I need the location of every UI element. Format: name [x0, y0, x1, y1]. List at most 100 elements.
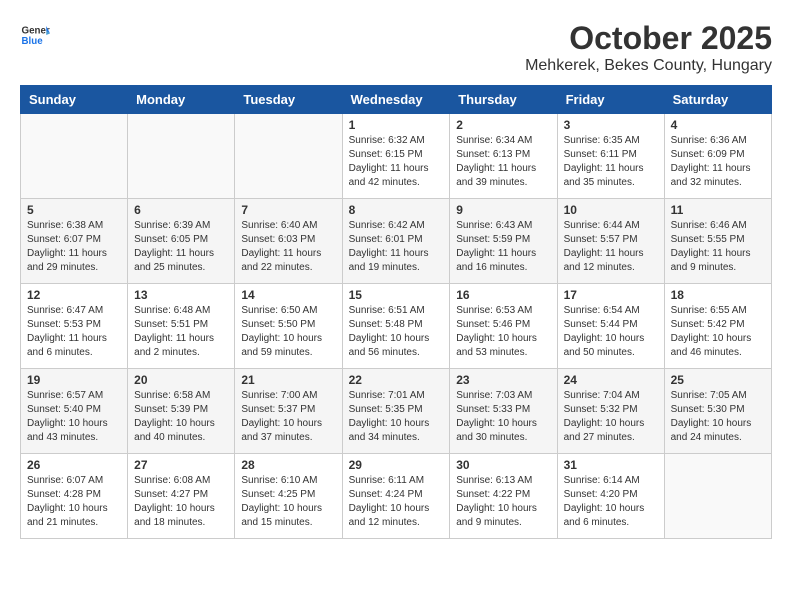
calendar-cell: 6Sunrise: 6:39 AM Sunset: 6:05 PM Daylig… [128, 199, 235, 284]
calendar-cell: 16 Sunrise: 6:53 AM Sunset: 5:46 PM Dayli… [450, 284, 557, 369]
calendar-cell: 30 Sunrise: 6:13 AM Sunset: 4:22 PM Dayli… [450, 454, 557, 539]
weekday-header-thursday: Thursday [450, 86, 557, 114]
day-number: 24 [564, 373, 658, 387]
calendar-cell: 21Sunrise: 7:00 AM Sunset: 5:37 PM Dayli… [235, 369, 342, 454]
day-number: 3 [564, 118, 658, 132]
weekday-header-tuesday: Tuesday [235, 86, 342, 114]
calendar-cell: 20 Sunrise: 6:58 AM Sunset: 5:39 PM Dayli… [128, 369, 235, 454]
calendar-cell: 31 Sunrise: 6:14 AM Sunset: 4:20 PM Dayli… [557, 454, 664, 539]
calendar-cell: 26Sunrise: 6:07 AM Sunset: 4:28 PM Dayli… [21, 454, 128, 539]
day-info: Sunrise: 7:04 AM Sunset: 5:32 PM Dayligh… [564, 389, 658, 445]
week-row-2: 5 Sunrise: 6:38 AM Sunset: 6:07 PM Daylig… [21, 199, 772, 284]
week-row-3: 12Sunrise: 6:47 AM Sunset: 5:53 PM Dayli… [21, 284, 772, 369]
location-title: Mehkerek, Bekes County, Hungary [525, 57, 772, 75]
day-number: 23 [456, 373, 550, 387]
calendar-cell: 7Sunrise: 6:40 AM Sunset: 6:03 PM Daylig… [235, 199, 342, 284]
day-number: 2 [456, 118, 550, 132]
calendar-cell: 19Sunrise: 6:57 AM Sunset: 5:40 PM Dayli… [21, 369, 128, 454]
day-number: 1 [349, 118, 444, 132]
calendar-cell: 1 Sunrise: 6:32 AM Sunset: 6:15 PM Daylig… [342, 114, 450, 199]
title-section: October 2025 Mehkerek, Bekes County, Hun… [525, 20, 772, 75]
calendar-cell: 24 Sunrise: 7:04 AM Sunset: 5:32 PM Dayli… [557, 369, 664, 454]
calendar-cell: 11 Sunrise: 6:46 AM Sunset: 5:55 PM Dayli… [664, 199, 771, 284]
calendar-cell: 23 Sunrise: 7:03 AM Sunset: 5:33 PM Dayli… [450, 369, 557, 454]
month-title: October 2025 [525, 20, 772, 57]
day-info: Sunrise: 6:44 AM Sunset: 5:57 PM Dayligh… [564, 219, 658, 275]
day-info: Sunrise: 6:35 AM Sunset: 6:11 PM Dayligh… [564, 134, 658, 190]
day-info: Sunrise: 7:00 AM Sunset: 5:37 PM Dayligh… [241, 389, 335, 445]
day-number: 11 [671, 203, 765, 217]
day-number: 5 [27, 203, 121, 217]
day-number: 17 [564, 288, 658, 302]
day-info: Sunrise: 6:40 AM Sunset: 6:03 PM Dayligh… [241, 219, 335, 275]
page-header: General Blue October 2025 Mehkerek, Beke… [20, 20, 772, 75]
day-info: Sunrise: 7:05 AM Sunset: 5:30 PM Dayligh… [671, 389, 765, 445]
weekday-header-sunday: Sunday [21, 86, 128, 114]
day-info: Sunrise: 6:32 AM Sunset: 6:15 PM Dayligh… [349, 134, 444, 190]
day-number: 13 [134, 288, 228, 302]
day-info: Sunrise: 6:34 AM Sunset: 6:13 PM Dayligh… [456, 134, 550, 190]
logo: General Blue [20, 20, 50, 50]
day-info: Sunrise: 6:53 AM Sunset: 5:46 PM Dayligh… [456, 304, 550, 360]
day-info: Sunrise: 6:50 AM Sunset: 5:50 PM Dayligh… [241, 304, 335, 360]
weekday-header-monday: Monday [128, 86, 235, 114]
day-info: Sunrise: 6:38 AM Sunset: 6:07 PM Dayligh… [27, 219, 121, 275]
day-number: 15 [349, 288, 444, 302]
day-info: Sunrise: 6:13 AM Sunset: 4:22 PM Dayligh… [456, 474, 550, 530]
calendar-cell [664, 454, 771, 539]
calendar-cell: 2 Sunrise: 6:34 AM Sunset: 6:13 PM Daylig… [450, 114, 557, 199]
day-number: 19 [27, 373, 121, 387]
day-number: 20 [134, 373, 228, 387]
day-info: Sunrise: 6:55 AM Sunset: 5:42 PM Dayligh… [671, 304, 765, 360]
day-info: Sunrise: 7:01 AM Sunset: 5:35 PM Dayligh… [349, 389, 444, 445]
calendar-cell [235, 114, 342, 199]
day-info: Sunrise: 6:39 AM Sunset: 6:05 PM Dayligh… [134, 219, 228, 275]
calendar-cell: 22Sunrise: 7:01 AM Sunset: 5:35 PM Dayli… [342, 369, 450, 454]
day-info: Sunrise: 6:58 AM Sunset: 5:39 PM Dayligh… [134, 389, 228, 445]
svg-text:Blue: Blue [22, 36, 44, 47]
calendar-cell: 29Sunrise: 6:11 AM Sunset: 4:24 PM Dayli… [342, 454, 450, 539]
day-info: Sunrise: 6:51 AM Sunset: 5:48 PM Dayligh… [349, 304, 444, 360]
day-number: 27 [134, 458, 228, 472]
week-row-5: 26Sunrise: 6:07 AM Sunset: 4:28 PM Dayli… [21, 454, 772, 539]
day-info: Sunrise: 6:42 AM Sunset: 6:01 PM Dayligh… [349, 219, 444, 275]
calendar-cell: 28 Sunrise: 6:10 AM Sunset: 4:25 PM Dayli… [235, 454, 342, 539]
calendar-cell: 13 Sunrise: 6:48 AM Sunset: 5:51 PM Dayli… [128, 284, 235, 369]
day-number: 31 [564, 458, 658, 472]
logo-icon: General Blue [20, 20, 50, 50]
calendar-cell: 17 Sunrise: 6:54 AM Sunset: 5:44 PM Dayli… [557, 284, 664, 369]
day-info: Sunrise: 7:03 AM Sunset: 5:33 PM Dayligh… [456, 389, 550, 445]
weekday-header-saturday: Saturday [664, 86, 771, 114]
day-number: 30 [456, 458, 550, 472]
calendar-cell: 5 Sunrise: 6:38 AM Sunset: 6:07 PM Daylig… [21, 199, 128, 284]
week-row-1: 1 Sunrise: 6:32 AM Sunset: 6:15 PM Daylig… [21, 114, 772, 199]
calendar-cell: 3 Sunrise: 6:35 AM Sunset: 6:11 PM Daylig… [557, 114, 664, 199]
day-info: Sunrise: 6:54 AM Sunset: 5:44 PM Dayligh… [564, 304, 658, 360]
day-number: 14 [241, 288, 335, 302]
day-number: 8 [349, 203, 444, 217]
calendar-table: SundayMondayTuesdayWednesdayThursdayFrid… [20, 85, 772, 539]
calendar-cell: 25 Sunrise: 7:05 AM Sunset: 5:30 PM Dayli… [664, 369, 771, 454]
calendar-cell [21, 114, 128, 199]
day-info: Sunrise: 6:14 AM Sunset: 4:20 PM Dayligh… [564, 474, 658, 530]
day-info: Sunrise: 6:47 AM Sunset: 5:53 PM Dayligh… [27, 304, 121, 360]
calendar-cell: 12Sunrise: 6:47 AM Sunset: 5:53 PM Dayli… [21, 284, 128, 369]
calendar-cell: 4Sunrise: 6:36 AM Sunset: 6:09 PM Daylig… [664, 114, 771, 199]
day-info: Sunrise: 6:07 AM Sunset: 4:28 PM Dayligh… [27, 474, 121, 530]
calendar-cell [128, 114, 235, 199]
calendar-cell: 15 Sunrise: 6:51 AM Sunset: 5:48 PM Dayli… [342, 284, 450, 369]
day-info: Sunrise: 6:43 AM Sunset: 5:59 PM Dayligh… [456, 219, 550, 275]
day-info: Sunrise: 6:46 AM Sunset: 5:55 PM Dayligh… [671, 219, 765, 275]
calendar-cell: 10Sunrise: 6:44 AM Sunset: 5:57 PM Dayli… [557, 199, 664, 284]
day-info: Sunrise: 6:10 AM Sunset: 4:25 PM Dayligh… [241, 474, 335, 530]
week-row-4: 19Sunrise: 6:57 AM Sunset: 5:40 PM Dayli… [21, 369, 772, 454]
weekday-header-wednesday: Wednesday [342, 86, 450, 114]
day-number: 9 [456, 203, 550, 217]
weekday-header-friday: Friday [557, 86, 664, 114]
day-number: 28 [241, 458, 335, 472]
day-info: Sunrise: 6:48 AM Sunset: 5:51 PM Dayligh… [134, 304, 228, 360]
calendar-cell: 27Sunrise: 6:08 AM Sunset: 4:27 PM Dayli… [128, 454, 235, 539]
day-number: 4 [671, 118, 765, 132]
day-number: 25 [671, 373, 765, 387]
day-number: 16 [456, 288, 550, 302]
